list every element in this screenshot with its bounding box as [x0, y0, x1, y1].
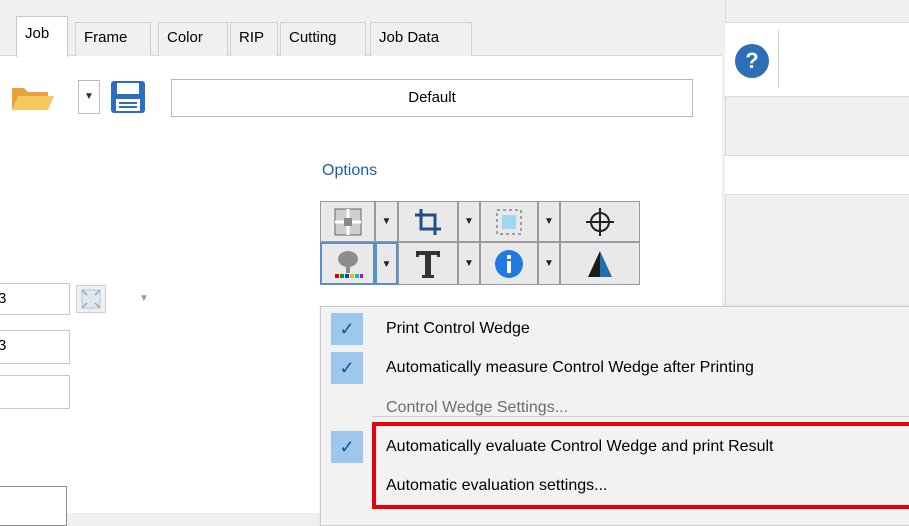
- field-height[interactable]: 3: [0, 330, 70, 364]
- check-icon: ✓: [331, 352, 363, 384]
- help-icon[interactable]: ?: [735, 44, 769, 78]
- control-wedge-dropdown-arrow[interactable]: ▼: [375, 242, 398, 285]
- fit-size-dropdown-arrow[interactable]: ▼: [130, 285, 158, 313]
- menu-item-label: Print Control Wedge: [386, 320, 530, 337]
- tile-icon[interactable]: [320, 201, 375, 242]
- floppy-save-icon[interactable]: [108, 78, 148, 116]
- tab-job-data[interactable]: Job Data: [370, 22, 472, 56]
- tab-rip[interactable]: RIP: [230, 22, 278, 56]
- menu-item-label: Control Wedge Settings...: [386, 399, 569, 416]
- tab-cutting[interactable]: Cutting: [280, 22, 366, 56]
- tile-dropdown-arrow[interactable]: ▼: [375, 201, 398, 242]
- menu-separator: [372, 416, 909, 417]
- tab-job[interactable]: Job: [16, 16, 68, 57]
- tab-frame[interactable]: Frame: [75, 22, 151, 56]
- field-width[interactable]: 3: [0, 283, 70, 315]
- text-dropdown-arrow[interactable]: ▼: [458, 242, 480, 285]
- check-icon: ✓: [331, 431, 363, 463]
- tab-bar: Job Frame Color RIP Cutting Job Data: [0, 0, 722, 57]
- crosshair-icon[interactable]: [560, 201, 640, 242]
- trim-mark-icon[interactable]: [560, 242, 640, 285]
- text-icon[interactable]: [398, 242, 458, 285]
- bounding-box-dropdown-arrow[interactable]: ▼: [538, 201, 560, 242]
- preset-name-field[interactable]: Default: [171, 79, 693, 117]
- control-wedge-icon[interactable]: [320, 242, 375, 285]
- menu-item-print-control-wedge[interactable]: ✓ Print Control Wedge: [321, 311, 909, 347]
- bounding-box-icon[interactable]: [480, 201, 538, 242]
- check-icon: ✓: [331, 313, 363, 345]
- fit-size-icon[interactable]: [76, 285, 106, 313]
- menu-item-label: Automatically measure Control Wedge afte…: [386, 359, 754, 376]
- menu-item-auto-measure[interactable]: ✓ Automatically measure Control Wedge af…: [321, 350, 909, 386]
- highlight-box: [372, 422, 909, 509]
- info-icon[interactable]: [480, 242, 538, 285]
- tab-color[interactable]: Color: [158, 22, 228, 56]
- field-extra[interactable]: [0, 375, 70, 409]
- menu-item-control-wedge-settings: Control Wedge Settings...: [321, 390, 909, 426]
- crop-icon[interactable]: [398, 201, 458, 242]
- bottom-field[interactable]: [0, 486, 67, 526]
- crop-dropdown-arrow[interactable]: ▼: [458, 201, 480, 242]
- right-header-band: [725, 155, 909, 195]
- options-label: Options: [322, 162, 378, 179]
- toolbar-separator: [778, 30, 779, 88]
- info-dropdown-arrow[interactable]: ▼: [538, 242, 560, 285]
- open-dropdown-arrow[interactable]: ▼: [78, 80, 100, 114]
- folder-open-icon[interactable]: [10, 80, 56, 114]
